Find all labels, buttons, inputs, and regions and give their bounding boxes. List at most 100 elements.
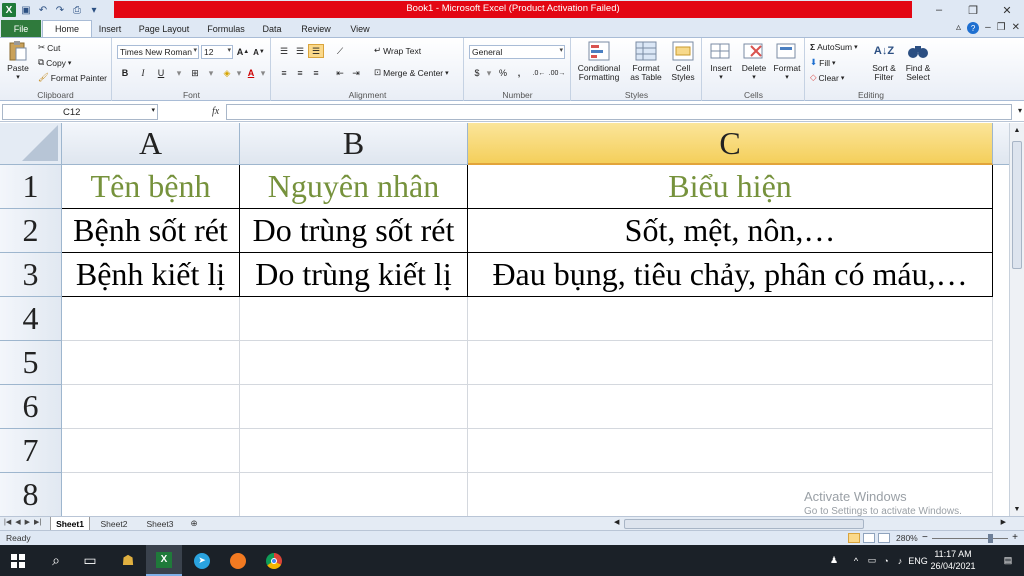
cell-b3[interactable]: Do trùng kiết lị <box>240 253 468 297</box>
redo-icon[interactable]: ↷ <box>53 3 67 17</box>
empty-cell[interactable] <box>62 297 240 341</box>
horizontal-scrollbar[interactable]: ◀ ▶ <box>612 518 1008 530</box>
horizontal-scroll-thumb[interactable] <box>624 519 864 529</box>
font-color-dropdown-icon[interactable]: ▾ <box>255 66 271 80</box>
chrome-icon[interactable] <box>256 545 292 576</box>
save-icon[interactable]: ▣ <box>19 3 33 17</box>
borders-icon[interactable]: ⊞ <box>187 66 203 80</box>
conditional-formatting-button[interactable]: Conditional Formatting <box>574 40 624 86</box>
doc-minimize-icon[interactable]: – <box>985 22 991 34</box>
decrease-indent-icon[interactable]: ⇤ <box>332 66 348 80</box>
row-header-2[interactable]: 2 <box>0 209 62 253</box>
insert-cells-button[interactable]: Insert ▾ <box>705 40 737 86</box>
excel-taskbar-icon[interactable]: X <box>146 545 182 576</box>
tab-file[interactable]: File <box>1 20 41 37</box>
delete-cells-button[interactable]: Delete ▾ <box>739 40 769 86</box>
chevron-down-icon[interactable]: ▾ <box>151 106 155 114</box>
tab-data[interactable]: Data <box>258 20 286 37</box>
zoom-slider-knob[interactable] <box>988 534 993 543</box>
grow-font-icon[interactable]: A ▲ <box>235 45 251 59</box>
cell-styles-button[interactable]: Cell Styles <box>666 40 700 86</box>
close-button[interactable]: ✕ <box>990 0 1024 20</box>
shrink-font-icon[interactable]: A ▼ <box>251 45 267 59</box>
increase-indent-icon[interactable]: ⇥ <box>348 66 364 80</box>
telegram-icon[interactable]: ➤ <box>184 545 220 576</box>
firefox-icon[interactable] <box>220 545 256 576</box>
prev-sheet-icon[interactable]: ◀ <box>15 518 20 526</box>
page-layout-view-button[interactable] <box>863 533 875 543</box>
borders-dropdown-icon[interactable]: ▾ <box>203 66 219 80</box>
scroll-left-icon[interactable]: ◀ <box>614 518 619 526</box>
people-tray-icon[interactable]: ♟ <box>824 545 844 576</box>
cell-b1[interactable]: Nguyên nhân <box>240 165 468 209</box>
select-all-button[interactable] <box>0 123 62 165</box>
normal-view-button[interactable] <box>848 533 860 543</box>
clock[interactable]: 11:17 AM 26/04/2021 <box>928 548 978 572</box>
last-sheet-icon[interactable]: ▶| <box>34 518 41 526</box>
tab-page-layout[interactable]: Page Layout <box>134 20 194 37</box>
zoom-in-icon[interactable]: + <box>1012 532 1018 543</box>
cell-a3[interactable]: Bệnh kiết lị <box>62 253 240 297</box>
empty-cell[interactable] <box>62 385 240 429</box>
underline-button[interactable]: U <box>153 66 169 80</box>
tab-view[interactable]: View <box>346 20 374 37</box>
scroll-down-icon[interactable]: ▼ <box>1010 502 1024 516</box>
clear-button[interactable]: ◇ Clear ▾ <box>810 72 844 83</box>
underline-dropdown-icon[interactable]: ▾ <box>171 66 187 80</box>
copy-button[interactable]: ⧉ Copy ▾ <box>38 57 71 68</box>
decrease-decimal-icon[interactable]: .00→ <box>549 66 566 80</box>
column-header-c[interactable]: C <box>468 123 993 165</box>
empty-cell[interactable] <box>240 473 468 516</box>
row-header-4[interactable]: 4 <box>0 297 62 341</box>
comma-button[interactable]: , <box>511 66 527 80</box>
empty-cell[interactable] <box>62 341 240 385</box>
sheet-tab-sheet1[interactable]: Sheet1 <box>50 517 90 530</box>
tab-formulas[interactable]: Formulas <box>204 20 248 37</box>
first-sheet-icon[interactable]: |◀ <box>4 518 11 526</box>
empty-cell[interactable] <box>468 429 993 473</box>
help-icon[interactable]: ? <box>967 22 980 34</box>
language-indicator[interactable]: ENG <box>906 545 930 576</box>
paste-button[interactable]: Paste ▾ <box>2 40 34 86</box>
empty-cell[interactable] <box>468 341 993 385</box>
row-header-5[interactable]: 5 <box>0 341 62 385</box>
increase-decimal-icon[interactable]: .0← <box>531 66 547 80</box>
show-hidden-icons-icon[interactable]: ^ <box>848 545 864 576</box>
wrap-text-button[interactable]: ↵ Wrap Text <box>374 45 421 56</box>
excel-logo-icon[interactable]: X <box>2 3 16 17</box>
print-preview-icon[interactable]: ⎙ <box>70 3 84 17</box>
align-top-icon[interactable]: ☰ <box>276 44 292 58</box>
page-break-view-button[interactable] <box>878 533 890 543</box>
undo-icon[interactable]: ↶ <box>36 3 50 17</box>
empty-cell[interactable] <box>62 473 240 516</box>
cell-a1[interactable]: Tên bệnh <box>62 165 240 209</box>
minimize-ribbon-icon[interactable]: ▵ <box>956 22 961 34</box>
merge-center-button[interactable]: ⊡ Merge & Center ▾ <box>374 67 449 78</box>
empty-cell[interactable] <box>468 297 993 341</box>
format-painter-button[interactable]: 🖌 Format Painter <box>38 72 107 83</box>
insert-function-icon[interactable]: fx <box>212 106 219 117</box>
zoom-level[interactable]: 280% <box>896 533 918 543</box>
people-app-icon[interactable]: ☗ <box>110 545 146 576</box>
doc-restore-icon[interactable]: ❐ <box>997 22 1006 34</box>
cut-button[interactable]: ✂ Cut <box>38 42 60 53</box>
vertical-scroll-thumb[interactable] <box>1012 141 1022 269</box>
tab-review[interactable]: Review <box>298 20 334 37</box>
column-header-d[interactable] <box>993 123 1009 165</box>
cell-a2[interactable]: Bệnh sốt rét <box>62 209 240 253</box>
column-header-a[interactable]: A <box>62 123 240 165</box>
scroll-up-icon[interactable]: ▲ <box>1010 123 1024 137</box>
insert-sheet-icon[interactable]: ⊕ <box>186 517 202 530</box>
italic-button[interactable]: I <box>135 66 151 80</box>
format-cells-button[interactable]: Format ▾ <box>771 40 803 86</box>
align-middle-icon[interactable]: ☰ <box>292 44 308 58</box>
vertical-scrollbar[interactable]: ▲ ▼ <box>1009 123 1024 516</box>
sort-filter-button[interactable]: A↓Z Sort & Filter <box>868 40 900 86</box>
find-select-button[interactable]: Find & Select <box>902 40 934 86</box>
align-center-icon[interactable]: ≡ <box>292 66 308 80</box>
tab-home[interactable]: Home <box>42 20 92 37</box>
sheet-tab-sheet3[interactable]: Sheet3 <box>140 517 180 530</box>
row-header-7[interactable]: 7 <box>0 429 62 473</box>
row-header-1[interactable]: 1 <box>0 165 62 209</box>
cell-c2[interactable]: Sốt, mệt, nôn,… <box>468 209 993 253</box>
